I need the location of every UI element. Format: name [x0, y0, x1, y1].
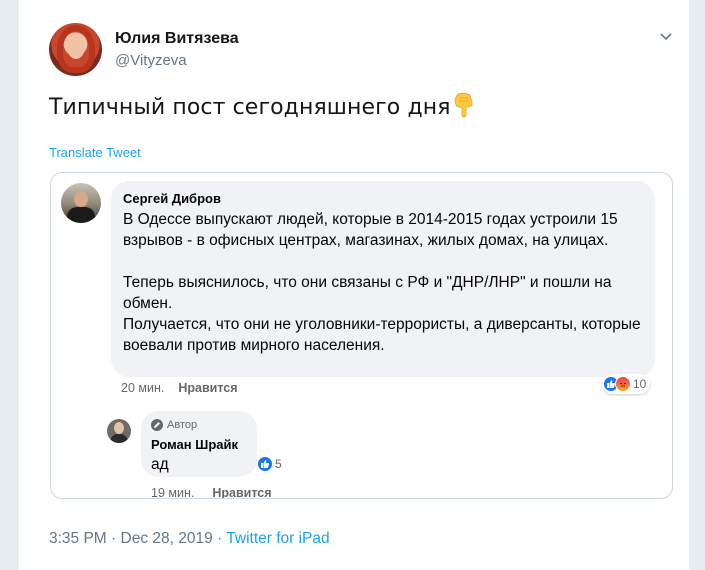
- reply-meta: 19 мин. Нравится: [151, 486, 272, 499]
- tweet-text-body: Типичный пост сегодняшнего дня: [49, 95, 451, 120]
- author-avatar[interactable]: [49, 23, 102, 76]
- comment-paragraph: Теперь выяснилось, что они связаны с РФ …: [123, 272, 643, 356]
- tweet-card: Юлия Витязева @Vityzeva Типичный пост се…: [18, 0, 690, 570]
- tweet-time[interactable]: 3:35 PM: [49, 530, 107, 547]
- translate-tweet-link[interactable]: Translate Tweet: [49, 145, 141, 160]
- author-badge-label: Автор: [167, 419, 198, 431]
- commenter-avatar[interactable]: [61, 183, 101, 223]
- reaction-count: 10: [633, 377, 647, 391]
- comment-paragraph-line: Теперь выяснилось, что они связаны с РФ …: [123, 274, 612, 312]
- separator: ·: [111, 530, 117, 547]
- comment-meta: 20 мин. Нравится: [121, 381, 238, 395]
- embedded-image[interactable]: Сергей Дибров В Одессе выпускают людей, …: [50, 172, 673, 499]
- author-handle[interactable]: @Vityzeva: [115, 52, 187, 69]
- comment-time: 20 мин.: [121, 381, 165, 395]
- angry-reaction-icon: [615, 376, 631, 392]
- comment-paragraph: В Одессе выпускают людей, которые в 2014…: [123, 211, 618, 249]
- comment-paragraph-line: Получается, что они не уголовники-террор…: [123, 316, 641, 354]
- comment-text: В Одессе выпускают людей, которые в 2014…: [123, 209, 643, 356]
- chevron-down-icon[interactable]: [659, 30, 673, 44]
- author-badge: Автор: [151, 419, 197, 431]
- separator: ·: [217, 530, 223, 547]
- point-down-hand-icon: [453, 92, 475, 124]
- tweet-source-link[interactable]: Twitter for iPad: [226, 530, 329, 547]
- tweet-text: Типичный пост сегодняшнего дня: [49, 92, 475, 124]
- reply-bubble: Автор Роман Шрайк ад: [141, 411, 257, 477]
- like-reaction-icon: [257, 456, 273, 472]
- like-button[interactable]: Нравится: [178, 381, 237, 395]
- comment-author[interactable]: Сергей Дибров: [123, 191, 221, 206]
- reply-text: ад: [151, 456, 169, 473]
- comment-bubble: Сергей Дибров В Одессе выпускают людей, …: [111, 181, 655, 377]
- reaction-summary[interactable]: 10: [602, 374, 651, 394]
- reply-author[interactable]: Роман Шрайк: [151, 437, 238, 452]
- tweet-date[interactable]: Dec 28, 2019: [121, 530, 213, 547]
- reply-reaction-summary[interactable]: 5: [257, 456, 282, 472]
- reply-avatar[interactable]: [107, 419, 131, 443]
- tweet-footer: 3:35 PM · Dec 28, 2019 · Twitter for iPa…: [49, 530, 330, 548]
- pen-icon: [151, 419, 163, 431]
- author-name[interactable]: Юлия Витязева: [115, 30, 239, 48]
- reaction-count: 5: [275, 457, 282, 471]
- reply-time: 19 мин.: [151, 486, 195, 499]
- like-button[interactable]: Нравится: [212, 486, 271, 498]
